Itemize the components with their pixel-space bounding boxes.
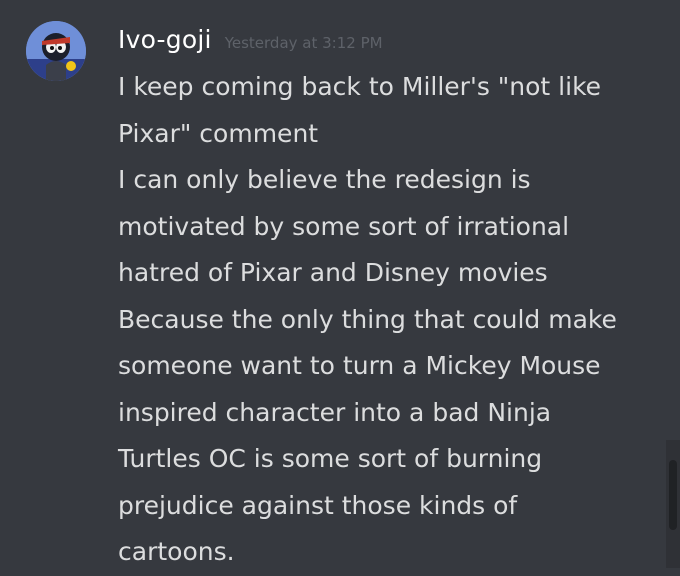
message-line: cartoons.	[118, 537, 235, 566]
message-line: hatred of Pixar and Disney movies	[118, 258, 548, 287]
scrollbar-thumb[interactable]	[669, 460, 677, 530]
chat-message: Ivo-goji Yesterday at 3:12 PM I keep com…	[0, 0, 680, 568]
message-line: Turtles OC is some sort of burning	[118, 444, 543, 473]
message-line: I can only believe the redesign is	[118, 165, 531, 194]
message-line: prejudice against those kinds of	[118, 490, 518, 520]
message-line: Because the only thing that could make	[118, 304, 617, 334]
message-line: I keep coming back to Miller's "not like	[118, 72, 602, 101]
message-line: Pixar" comment	[118, 118, 319, 148]
message-header: Ivo-goji Yesterday at 3:12 PM	[118, 24, 383, 60]
message-line: motivated by some sort of irrational	[118, 211, 570, 241]
user-avatar-icon[interactable]	[26, 21, 86, 81]
message-line: someone want to turn a Mickey Mouse	[118, 351, 601, 380]
message-content: I keep coming back to Miller's "not like…	[118, 64, 648, 576]
username[interactable]: Ivo-goji	[118, 25, 212, 54]
timestamp: Yesterday at 3:12 PM	[224, 34, 383, 52]
message-line: inspired character into a bad Ninja	[118, 397, 552, 427]
